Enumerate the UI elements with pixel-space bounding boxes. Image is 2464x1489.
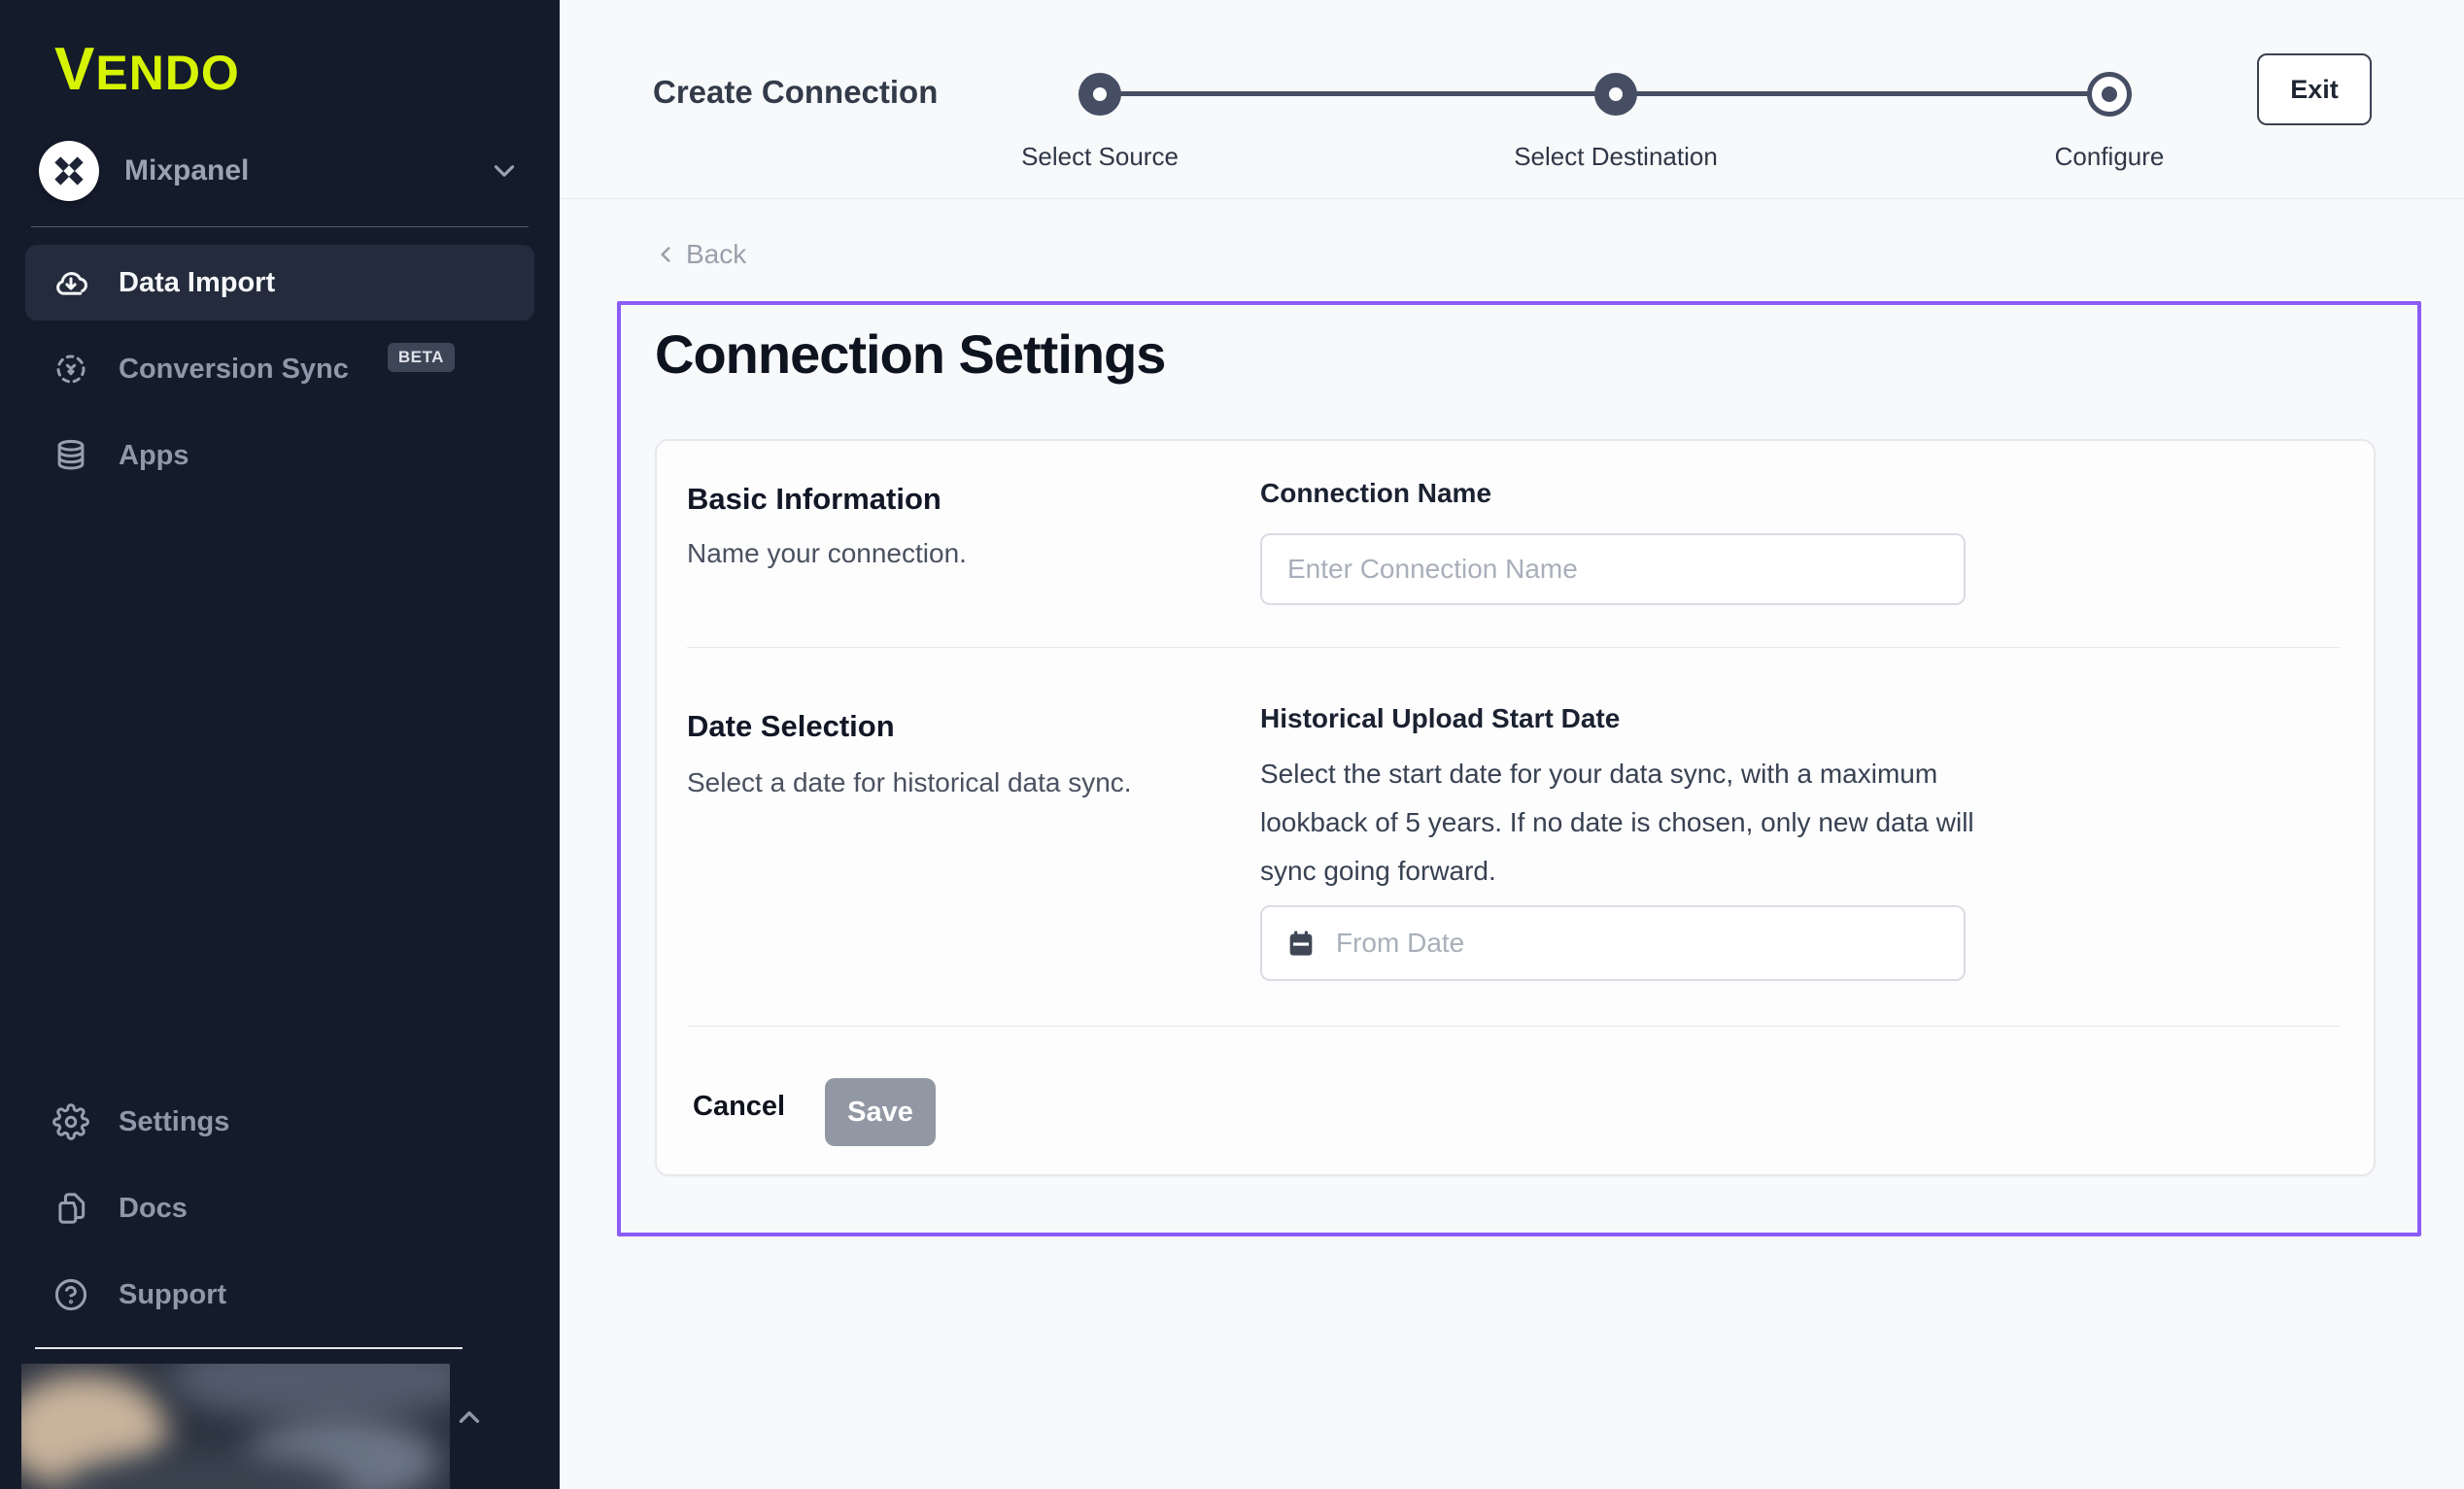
connection-name-label: Connection Name: [1260, 478, 1491, 509]
save-button[interactable]: Save: [825, 1078, 936, 1146]
docs-icon: [52, 1190, 89, 1227]
from-date-input[interactable]: [1334, 927, 1940, 960]
calendar-icon: [1285, 928, 1317, 959]
gear-icon: [52, 1103, 89, 1140]
workspace-name: Mixpanel: [124, 154, 462, 187]
chevron-left-icon: [653, 242, 678, 267]
database-icon: [52, 437, 89, 474]
top-bar: Create Connection Select Source Select D…: [560, 0, 2464, 199]
date-selection-description: Select a date for historical data sync.: [687, 767, 1132, 798]
sidebar-item-label: Data Import: [119, 267, 275, 299]
cloud-download-icon: [52, 264, 89, 301]
mixpanel-icon: [39, 141, 99, 201]
sidebar-item-label: Support: [119, 1279, 226, 1311]
step-label-configure: Configure: [2055, 142, 2165, 172]
connection-settings-panel: Connection Settings Basic Information Na…: [617, 301, 2421, 1236]
step-label-select-destination: Select Destination: [1514, 142, 1718, 172]
step-select-destination[interactable]: [1594, 73, 1637, 116]
sidebar-divider: [31, 226, 529, 227]
step-configure[interactable]: [2087, 72, 2132, 117]
sidebar-nav: Data Import Conversion Sync BETA: [25, 245, 534, 504]
sidebar-divider: [35, 1347, 462, 1349]
back-link[interactable]: Back: [653, 239, 746, 270]
chevron-down-icon: [488, 154, 521, 187]
section-divider: [687, 1026, 2340, 1027]
connection-name-input[interactable]: [1260, 533, 1966, 605]
vendo-logo: VENDO: [54, 35, 240, 104]
date-selection-title: Date Selection: [687, 709, 895, 744]
historical-upload-start-date-description: Select the start date for your data sync…: [1260, 750, 1979, 896]
from-date-field[interactable]: [1260, 905, 1966, 981]
beta-badge: BETA: [388, 343, 455, 372]
chevron-up-icon[interactable]: [453, 1401, 486, 1434]
historical-upload-start-date-label: Historical Upload Start Date: [1260, 703, 1620, 734]
sidebar-footer-nav: Settings Docs Support: [25, 1084, 534, 1343]
basic-information-title: Basic Information: [687, 482, 941, 517]
sidebar-item-apps[interactable]: Apps: [25, 418, 534, 493]
sidebar-item-label: Conversion Sync: [119, 354, 349, 386]
user-profile-blurred[interactable]: [21, 1364, 450, 1489]
step-label-select-source: Select Source: [1021, 142, 1179, 172]
sidebar: VENDO Mixpanel Data Import: [0, 0, 560, 1489]
exit-button[interactable]: Exit: [2257, 53, 2372, 125]
sidebar-item-docs[interactable]: Docs: [25, 1170, 534, 1246]
step-select-source[interactable]: [1078, 73, 1121, 116]
page-title: Create Connection: [653, 74, 938, 111]
sidebar-item-conversion-sync[interactable]: Conversion Sync BETA: [25, 331, 534, 407]
section-divider: [687, 647, 2340, 648]
workspace-selector[interactable]: Mixpanel: [39, 138, 521, 204]
sidebar-item-support[interactable]: Support: [25, 1257, 534, 1333]
sidebar-item-settings[interactable]: Settings: [25, 1084, 534, 1160]
basic-information-description: Name your connection.: [687, 538, 967, 569]
sync-icon: [52, 351, 89, 388]
sidebar-item-data-import[interactable]: Data Import: [25, 245, 534, 321]
back-label: Back: [686, 239, 746, 270]
panel-title: Connection Settings: [655, 322, 1165, 386]
help-icon: [52, 1276, 89, 1313]
sidebar-item-label: Docs: [119, 1193, 188, 1225]
settings-card: Basic Information Name your connection. …: [655, 439, 2376, 1176]
sidebar-item-label: Apps: [119, 440, 189, 472]
blurred-text: [167, 1364, 450, 1422]
cancel-button[interactable]: Cancel: [687, 1090, 791, 1124]
sidebar-item-label: Settings: [119, 1106, 229, 1138]
